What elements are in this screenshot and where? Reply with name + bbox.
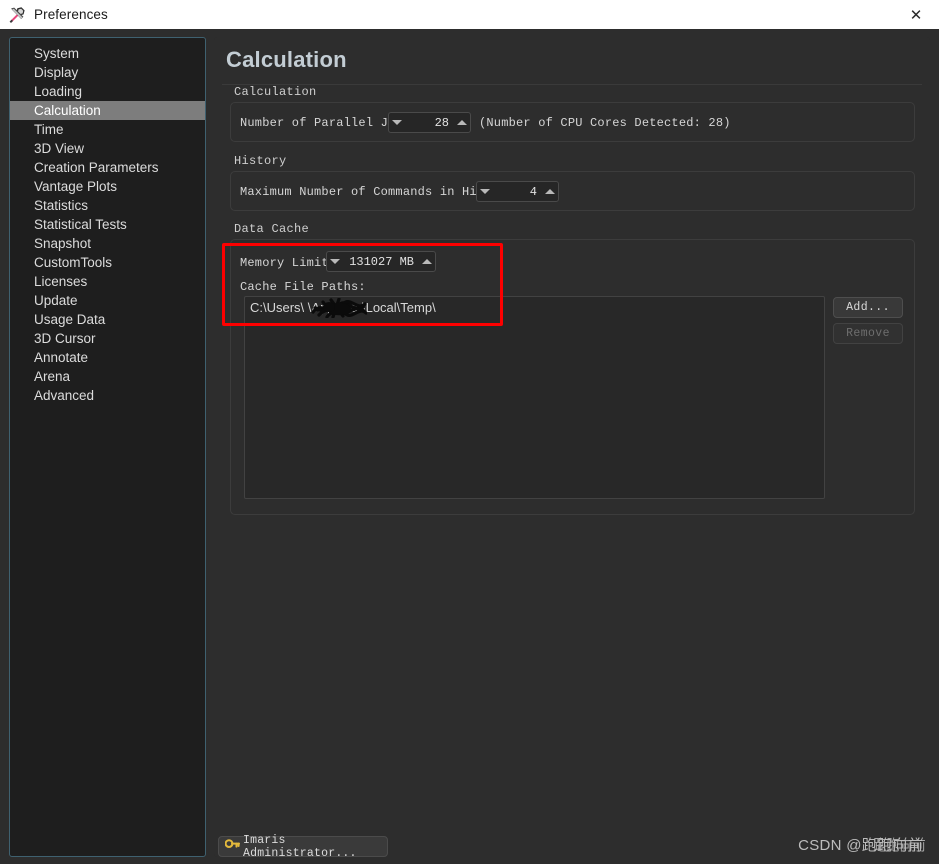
memory-limit-label: Memory Limit: [240,256,337,270]
title-bar: Preferences ✕ [0,0,939,29]
csdn-watermark: CSDN @跑跑向前 跑跑向前 [798,834,926,855]
sidebar-item-annotate[interactable]: Annotate [10,348,205,367]
cpu-cores-note: (Number of CPU Cores Detected: 28) [479,116,731,130]
sidebar-item-label: Time [34,122,64,137]
imaris-administrator-button[interactable]: Imaris Administrator... [218,833,388,860]
history-section-label: History [234,154,287,168]
sidebar-item-label: System [34,46,80,61]
calculation-section-label: Calculation [234,85,317,99]
sidebar-item-creation-parameters[interactable]: Creation Parameters [10,158,205,177]
memory-limit-value[interactable]: 131027 MB [343,255,419,269]
chevron-up-icon[interactable] [542,182,558,201]
chevron-down-icon[interactable] [389,113,405,132]
sidebar-item-vantage-plots[interactable]: Vantage Plots [10,177,205,196]
data-cache-section-label: Data Cache [234,222,310,236]
sidebar-item-update[interactable]: Update [10,291,205,310]
page-title: Calculation [226,47,347,72]
remove-cache-path-button: Remove [833,323,903,344]
parallel-jobs-stepper[interactable]: 28 [388,112,471,133]
sidebar-item-label: 3D View [34,141,85,156]
cache-paths-label: Cache File Paths: [240,280,366,294]
watermark-name-wrap: 跑跑向前 跑跑向前 [862,834,926,855]
imaris-administrator-label: Imaris Administrator... [243,833,357,860]
sidebar-item-label: Loading [34,84,83,99]
add-cache-path-button[interactable]: Add... [833,297,903,318]
sidebar-item-3d-view[interactable]: 3D View [10,139,205,158]
sidebar-item-label: 3D Cursor [34,331,96,346]
sidebar-item-statistics[interactable]: Statistics [10,196,205,215]
sidebar-item-snapshot[interactable]: Snapshot [10,234,205,253]
sidebar-item-label: Display [34,65,79,80]
sidebar-item-loading[interactable]: Loading [10,82,205,101]
tools-icon [8,6,26,24]
sidebar-item-calculation[interactable]: Calculation [10,101,205,120]
sidebar-item-time[interactable]: Time [10,120,205,139]
sidebar-item-usage-data[interactable]: Usage Data [10,310,205,329]
cache-path-text: C:\Users\ \AppData\Local\Temp\ [250,300,436,315]
sidebar-item-label: Advanced [34,388,95,403]
preferences-window: Preferences ✕ System Display Loading Cal… [0,0,939,864]
sidebar-item-system[interactable]: System [10,44,205,63]
key-icon [224,838,240,856]
list-item[interactable]: C:\Users\ \AppData\Local\Temp\ [245,297,824,319]
sidebar-item-label: Calculation [34,103,101,118]
sidebar-item-arena[interactable]: Arena [10,367,205,386]
preferences-sidebar: System Display Loading Calculation Time … [9,37,206,857]
sidebar-item-label: Arena [34,369,71,384]
max-commands-stepper[interactable]: 4 [476,181,559,202]
window-title: Preferences [34,7,108,22]
memory-limit-stepper[interactable]: 131027 MB [326,251,436,272]
sidebar-item-label: Snapshot [34,236,92,251]
sidebar-item-label: Annotate [34,350,89,365]
sidebar-item-label: Update [34,293,78,308]
sidebar-item-3d-cursor[interactable]: 3D Cursor [10,329,205,348]
chevron-down-icon[interactable] [327,252,343,271]
sidebar-item-statistical-tests[interactable]: Statistical Tests [10,215,205,234]
sidebar-item-licenses[interactable]: Licenses [10,272,205,291]
cache-paths-list[interactable]: C:\Users\ \AppData\Local\Temp\ [244,296,825,499]
sidebar-item-label: Usage Data [34,312,106,327]
max-commands-value[interactable]: 4 [493,185,542,199]
sidebar-item-label: Statistics [34,198,89,213]
sidebar-item-label: CustomTools [34,255,113,270]
sidebar-item-label: Vantage Plots [34,179,118,194]
sidebar-item-customtools[interactable]: CustomTools [10,253,205,272]
chevron-up-icon[interactable] [419,252,435,271]
sidebar-item-label: Creation Parameters [34,160,159,175]
sidebar-item-advanced[interactable]: Advanced [10,386,205,405]
close-icon[interactable]: ✕ [893,0,939,29]
title-divider [222,84,922,85]
sidebar-item-display[interactable]: Display [10,63,205,82]
watermark-name-overlay: 跑跑向前 [873,837,926,854]
sidebar-item-label: Licenses [34,274,88,289]
parallel-jobs-value[interactable]: 28 [405,116,454,130]
watermark-prefix: CSDN @ [798,837,862,854]
chevron-down-icon[interactable] [477,182,493,201]
chevron-up-icon[interactable] [454,113,470,132]
sidebar-item-label: Statistical Tests [34,217,127,232]
